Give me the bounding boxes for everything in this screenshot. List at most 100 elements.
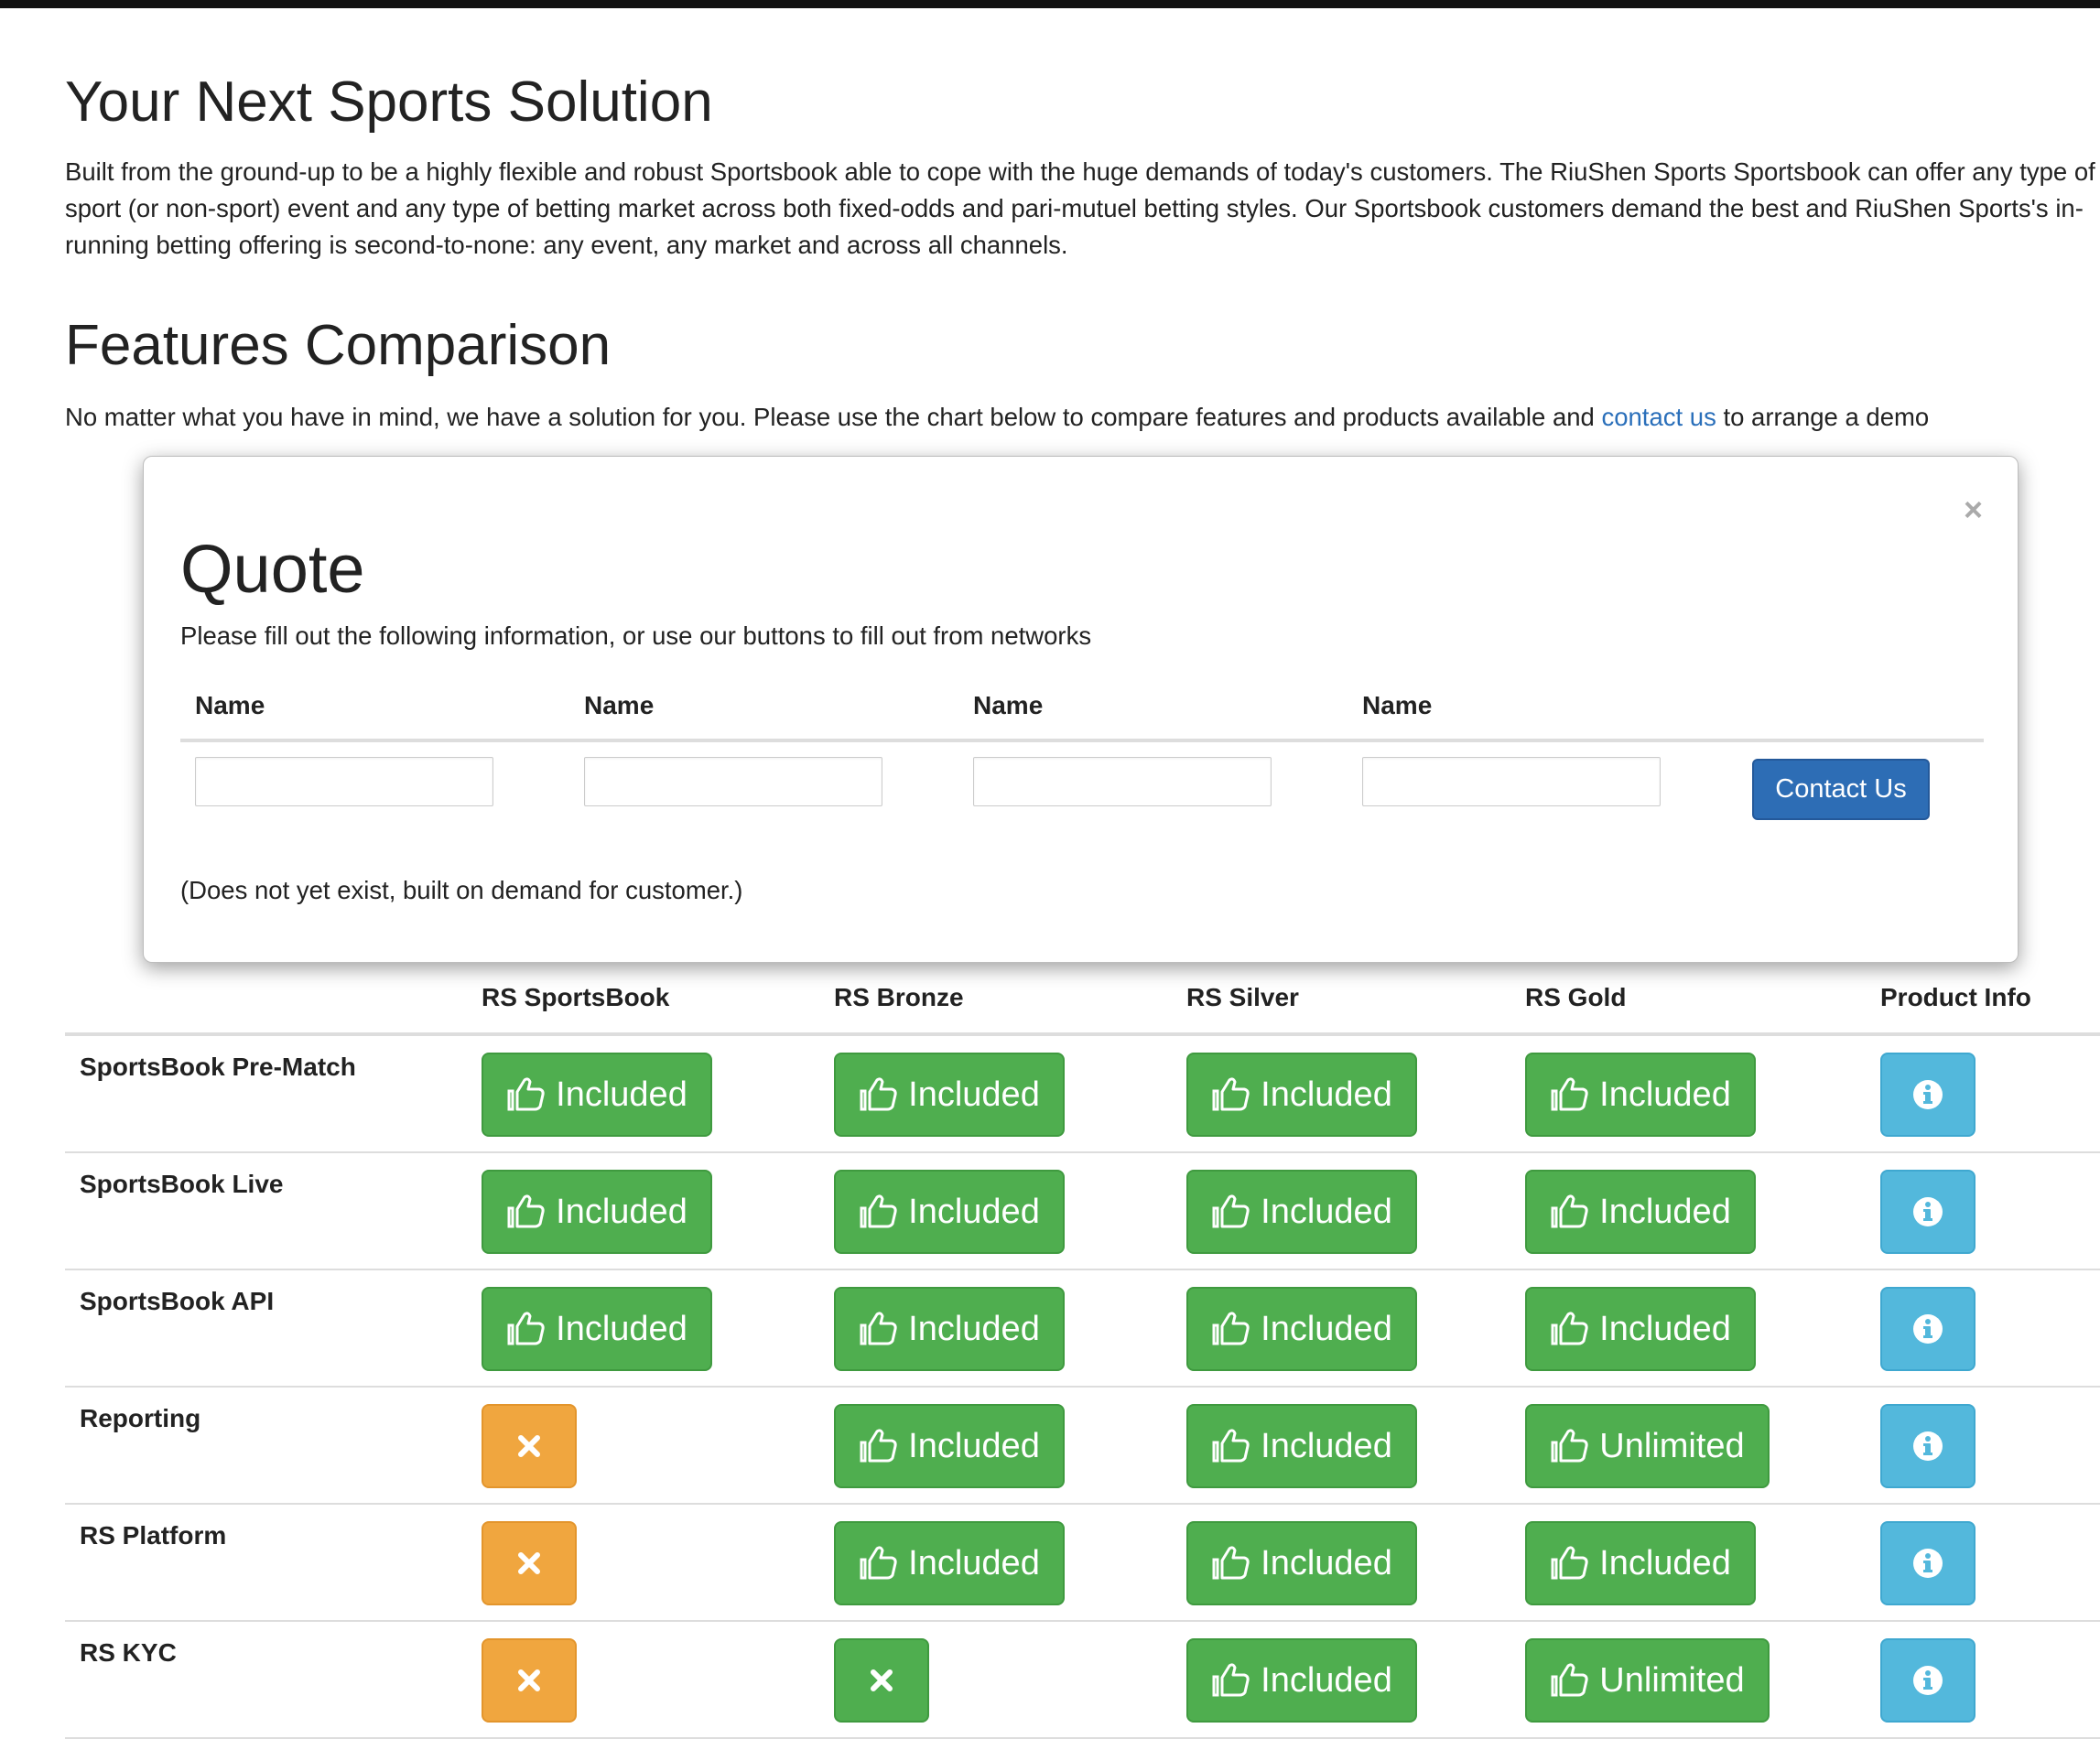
product-info-button[interactable] xyxy=(1880,1287,1976,1371)
feature-cell xyxy=(482,1521,577,1605)
top-border xyxy=(0,0,2100,8)
thumbs-up-icon xyxy=(1550,1428,1590,1464)
included-button[interactable]: Included xyxy=(482,1287,712,1371)
thumbs-up-icon xyxy=(1211,1662,1251,1699)
feature-cell: Unlimited xyxy=(1525,1404,1770,1488)
not-included-button[interactable] xyxy=(834,1638,929,1723)
not-included-button[interactable] xyxy=(482,1521,577,1605)
button-label: Included xyxy=(908,1426,1040,1465)
feature-cell: Included xyxy=(482,1170,712,1254)
feature-cell: Included xyxy=(482,1053,712,1137)
included-button[interactable]: Included xyxy=(1525,1287,1756,1371)
name-label: Name xyxy=(973,691,1044,719)
product-info-cell xyxy=(1880,1521,1976,1605)
thumbs-up-icon xyxy=(1550,1662,1590,1699)
product-info-cell xyxy=(1880,1404,1976,1488)
feature-cell xyxy=(482,1404,577,1488)
feature-cell: Included xyxy=(1525,1287,1756,1371)
unlimited-button[interactable]: Unlimited xyxy=(1525,1404,1770,1488)
included-button[interactable]: Included xyxy=(1186,1053,1417,1137)
button-label: Included xyxy=(908,1075,1040,1114)
features-body: SportsBook Pre-Match Included Included Incl… xyxy=(65,1036,2100,1739)
name-input-3[interactable] xyxy=(973,757,1272,806)
included-button[interactable]: Included xyxy=(1525,1521,1756,1605)
thumbs-up-icon xyxy=(1550,1194,1590,1230)
thumbs-up-icon xyxy=(1550,1311,1590,1347)
button-label: Included xyxy=(1261,1309,1392,1348)
feature-cell: Included xyxy=(1186,1170,1417,1254)
button-label: Included xyxy=(556,1192,687,1231)
name-input-4[interactable] xyxy=(1362,757,1661,806)
feature-cell: Included xyxy=(1186,1053,1417,1137)
product-info-cell xyxy=(1880,1638,1976,1723)
button-label: Included xyxy=(1261,1192,1392,1231)
product-info-cell xyxy=(1880,1287,1976,1371)
included-button[interactable]: Included xyxy=(1525,1053,1756,1137)
product-info-button[interactable] xyxy=(1880,1521,1976,1605)
column-header: RS Bronze xyxy=(834,983,964,1011)
included-button[interactable]: Included xyxy=(1186,1404,1417,1488)
not-included-button[interactable] xyxy=(482,1404,577,1488)
included-button[interactable]: Included xyxy=(1186,1638,1417,1723)
thumbs-up-icon xyxy=(1550,1545,1590,1582)
feature-cell: Included xyxy=(834,1521,1065,1605)
feature-cell: Included xyxy=(1525,1170,1756,1254)
feature-cell xyxy=(834,1638,929,1723)
included-button[interactable]: Included xyxy=(834,1170,1065,1254)
thumbs-up-icon xyxy=(859,1428,899,1464)
product-info-button[interactable] xyxy=(1880,1638,1976,1723)
comparison-text-after: to arrange a demo xyxy=(1716,403,1930,431)
included-button[interactable]: Included xyxy=(482,1053,712,1137)
button-label: Unlimited xyxy=(1599,1426,1745,1465)
comparison-title: Features Comparison xyxy=(65,314,612,377)
feature-cell: Included xyxy=(834,1170,1065,1254)
name-label: Name xyxy=(1362,691,1433,719)
feature-cell: Included xyxy=(1186,1521,1417,1605)
button-label: Included xyxy=(1261,1075,1392,1114)
thumbs-up-icon xyxy=(506,1076,547,1113)
feature-label: RS KYC xyxy=(80,1638,177,1667)
close-icon xyxy=(515,1667,543,1694)
contact-us-link[interactable]: contact us xyxy=(1601,403,1716,431)
feature-cell: Included xyxy=(1186,1404,1417,1488)
product-info-cell xyxy=(1880,1170,1976,1254)
included-button[interactable]: Included xyxy=(1186,1170,1417,1254)
feature-label: SportsBook Pre-Match xyxy=(80,1053,356,1081)
product-info-button[interactable] xyxy=(1880,1053,1976,1137)
info-icon xyxy=(1912,1431,1943,1462)
button-label: Included xyxy=(1599,1192,1731,1231)
features-header-row: RS SportsBook RS Bronze RS Silver RS Gol… xyxy=(65,970,2100,1036)
included-button[interactable]: Included xyxy=(834,1053,1065,1137)
product-info-button[interactable] xyxy=(1880,1404,1976,1488)
feature-cell: Included xyxy=(834,1404,1065,1488)
close-icon[interactable]: × xyxy=(1964,493,1983,526)
unlimited-button[interactable]: Unlimited xyxy=(1525,1638,1770,1723)
button-label: Included xyxy=(556,1309,687,1348)
name-input-1[interactable] xyxy=(195,757,493,806)
included-button[interactable]: Included xyxy=(482,1170,712,1254)
included-button[interactable]: Included xyxy=(1186,1287,1417,1371)
intro-paragraph: Built from the ground-up to be a highly … xyxy=(65,157,2095,259)
button-label: Included xyxy=(556,1075,687,1114)
button-label: Included xyxy=(1599,1075,1731,1114)
modal-note: (Does not yet exist, built on demand for… xyxy=(180,876,743,904)
name-input-2[interactable] xyxy=(584,757,882,806)
thumbs-up-icon xyxy=(1211,1194,1251,1230)
included-button[interactable]: Included xyxy=(834,1521,1065,1605)
features-table: RS SportsBook RS Bronze RS Silver RS Gol… xyxy=(65,970,2100,1739)
included-button[interactable]: Included xyxy=(834,1404,1065,1488)
thumbs-up-icon xyxy=(506,1311,547,1347)
thumbs-up-icon xyxy=(1211,1311,1251,1347)
included-button[interactable]: Included xyxy=(1525,1170,1756,1254)
modal-title: Quote xyxy=(180,531,365,607)
product-info-button[interactable] xyxy=(1880,1170,1976,1254)
included-button[interactable]: Included xyxy=(1186,1521,1417,1605)
button-label: Included xyxy=(1599,1309,1731,1348)
feature-cell: Unlimited xyxy=(1525,1638,1770,1723)
not-included-button[interactable] xyxy=(482,1638,577,1723)
included-button[interactable]: Included xyxy=(834,1287,1065,1371)
close-icon xyxy=(515,1550,543,1577)
close-icon xyxy=(515,1432,543,1460)
button-label: Included xyxy=(1599,1543,1731,1582)
contact-us-button[interactable]: Contact Us xyxy=(1752,759,1930,820)
